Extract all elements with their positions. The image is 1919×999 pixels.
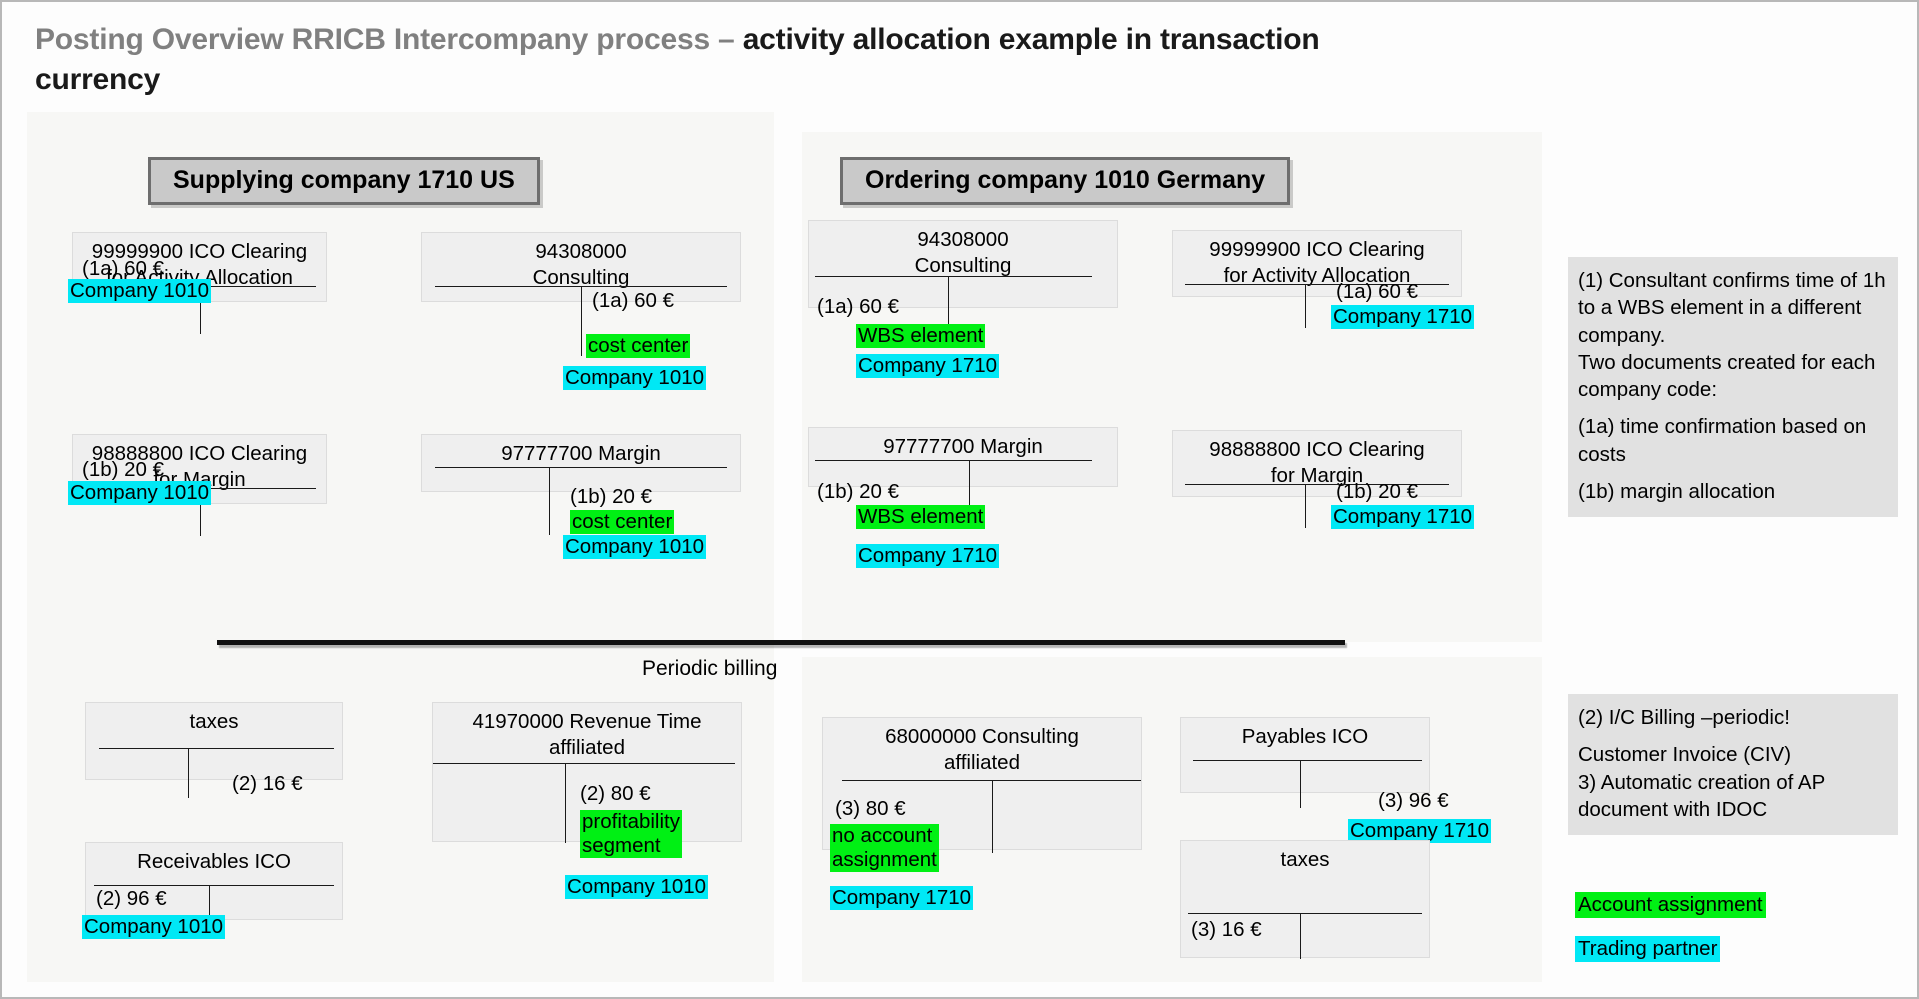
note1-line3: (1a) time confirmation based on costs [1578, 415, 1867, 466]
note-intercompany-billing: (2) I/C Billing –periodic! Customer Invo… [1568, 694, 1898, 835]
slide-canvas: Posting Overview RRICB Intercompany proc… [0, 0, 1919, 999]
note2-line3: 3) Automatic creation of AP document wit… [1578, 770, 1825, 821]
trading-partner-tag: Company 1710 [830, 886, 974, 911]
amount-credit: (1b) 20 € [1336, 480, 1419, 503]
note1-line4: (1b) margin allocation [1578, 479, 1776, 503]
periodic-billing-divider [217, 640, 1345, 645]
t-account-header: 94308000 Consulting [914, 228, 1012, 278]
t-account-rule [815, 460, 1093, 461]
t-account-divider [581, 286, 582, 356]
t-account-rule [1188, 913, 1422, 914]
periodic-billing-label: Periodic billing [642, 657, 778, 680]
t-account-margin-supplying: 97777700 Margin [421, 434, 741, 535]
t-account-divider [1305, 284, 1307, 328]
amount-credit: (1b) 20 € [570, 485, 653, 508]
trading-partner-tag: Company 1010 [565, 875, 709, 900]
banner-supplying-company: Supplying company 1710 US [148, 157, 540, 205]
t-account-header: 68000000 Consulting affiliated [885, 725, 1079, 775]
amount-credit: (1a) 60 € [1336, 280, 1419, 303]
t-account-header: Payables ICO [1241, 725, 1369, 748]
amount-credit: (3) 96 € [1378, 789, 1449, 812]
t-account-header: taxes [189, 710, 239, 733]
t-account-ico-clearing-activity-ordering: 99999900 ICO Clearing for Activity Alloc… [1172, 230, 1462, 328]
t-account-rule [434, 467, 728, 468]
amount-debit: (1b) 20 € [82, 458, 165, 481]
account-assignment-tag: cost center [586, 334, 691, 359]
trading-partner-tag: Company 1710 [856, 354, 1000, 379]
t-account-divider [947, 276, 949, 331]
page-title-lead: Posting Overview RRICB Intercompany proc… [35, 23, 743, 56]
account-assignment-tag: no account assignment [830, 824, 939, 873]
t-account-rule [815, 276, 1093, 277]
t-account-divider [991, 780, 993, 853]
legend-account-assignment: Account assignment [1575, 892, 1766, 918]
t-account-rule [433, 763, 735, 764]
t-account-taxes-supplying: taxes [85, 702, 343, 798]
t-account-header: taxes [1280, 848, 1330, 871]
t-account-ico-clearing-margin-ordering: 98888800 ICO Clearing for Margin [1172, 430, 1462, 528]
trading-partner-tag: Company 1010 [563, 535, 707, 560]
note1-line1: (1) Consultant confirms time of 1h to a … [1578, 269, 1886, 347]
t-account-header: 97777700 Margin [883, 435, 1043, 458]
t-account-divider [549, 467, 551, 535]
trading-partner-tag: Company 1010 [68, 279, 212, 304]
t-account-rule [93, 885, 335, 886]
account-assignment-tag: cost center [570, 510, 675, 535]
amount-debit: (1b) 20 € [817, 480, 900, 503]
amount-debit: (1a) 60 € [817, 295, 900, 318]
account-assignment-tag: WBS element [856, 505, 986, 530]
t-account-consulting-supplying: 94308000 Consulting [421, 232, 741, 356]
note-activity-allocation: (1) Consultant confirms time of 1h to a … [1568, 257, 1898, 517]
amount-debit: (3) 80 € [835, 797, 906, 820]
account-assignment-tag: WBS element [856, 324, 986, 349]
trading-partner-tag: Company 1710 [1331, 305, 1475, 330]
t-account-rule [1193, 760, 1422, 761]
note1-line2: Two documents created for each company c… [1578, 350, 1876, 401]
t-account-header: Receivables ICO [137, 850, 291, 873]
amount-credit: (2) 80 € [580, 782, 651, 805]
trading-partner-tag: Company 1010 [563, 366, 707, 391]
trading-partner-tag: Company 1710 [1331, 505, 1475, 530]
amount-debit: (2) 96 € [96, 887, 167, 910]
t-account-divider [1300, 913, 1302, 959]
account-assignment-tag: profitability segment [580, 810, 682, 859]
t-account-rule [98, 748, 335, 749]
trading-partner-tag: Company 1010 [82, 915, 226, 940]
note2-line2: Customer Invoice (CIV) [1578, 743, 1792, 767]
amount-debit: (1a) 60 € [82, 257, 165, 280]
t-account-divider [1300, 760, 1302, 808]
amount-credit: (2) 16 € [232, 772, 303, 795]
t-account-header: 97777700 Margin [501, 442, 661, 465]
page-title: Posting Overview RRICB Intercompany proc… [35, 20, 1335, 99]
banner-ordering-company: Ordering company 1010 Germany [840, 157, 1291, 205]
trading-partner-tag: Company 1010 [68, 481, 212, 506]
trading-partner-tag: Company 1710 [856, 544, 1000, 569]
note2-line1: (2) I/C Billing –periodic! [1578, 706, 1790, 729]
amount-debit: (3) 16 € [1191, 918, 1262, 941]
amount-credit: (1a) 60 € [592, 289, 675, 312]
t-account-divider [1305, 484, 1307, 528]
t-account-header: 94308000 Consulting [532, 240, 630, 290]
t-account-margin-ordering: 97777700 Margin [808, 427, 1118, 517]
t-account-divider [565, 763, 567, 843]
t-account-divider [188, 748, 190, 798]
legend-trading-partner: Trading partner [1575, 936, 1721, 962]
t-account-payables-ico: Payables ICO [1180, 717, 1430, 808]
t-account-header: 41970000 Revenue Time affiliated [472, 710, 702, 760]
